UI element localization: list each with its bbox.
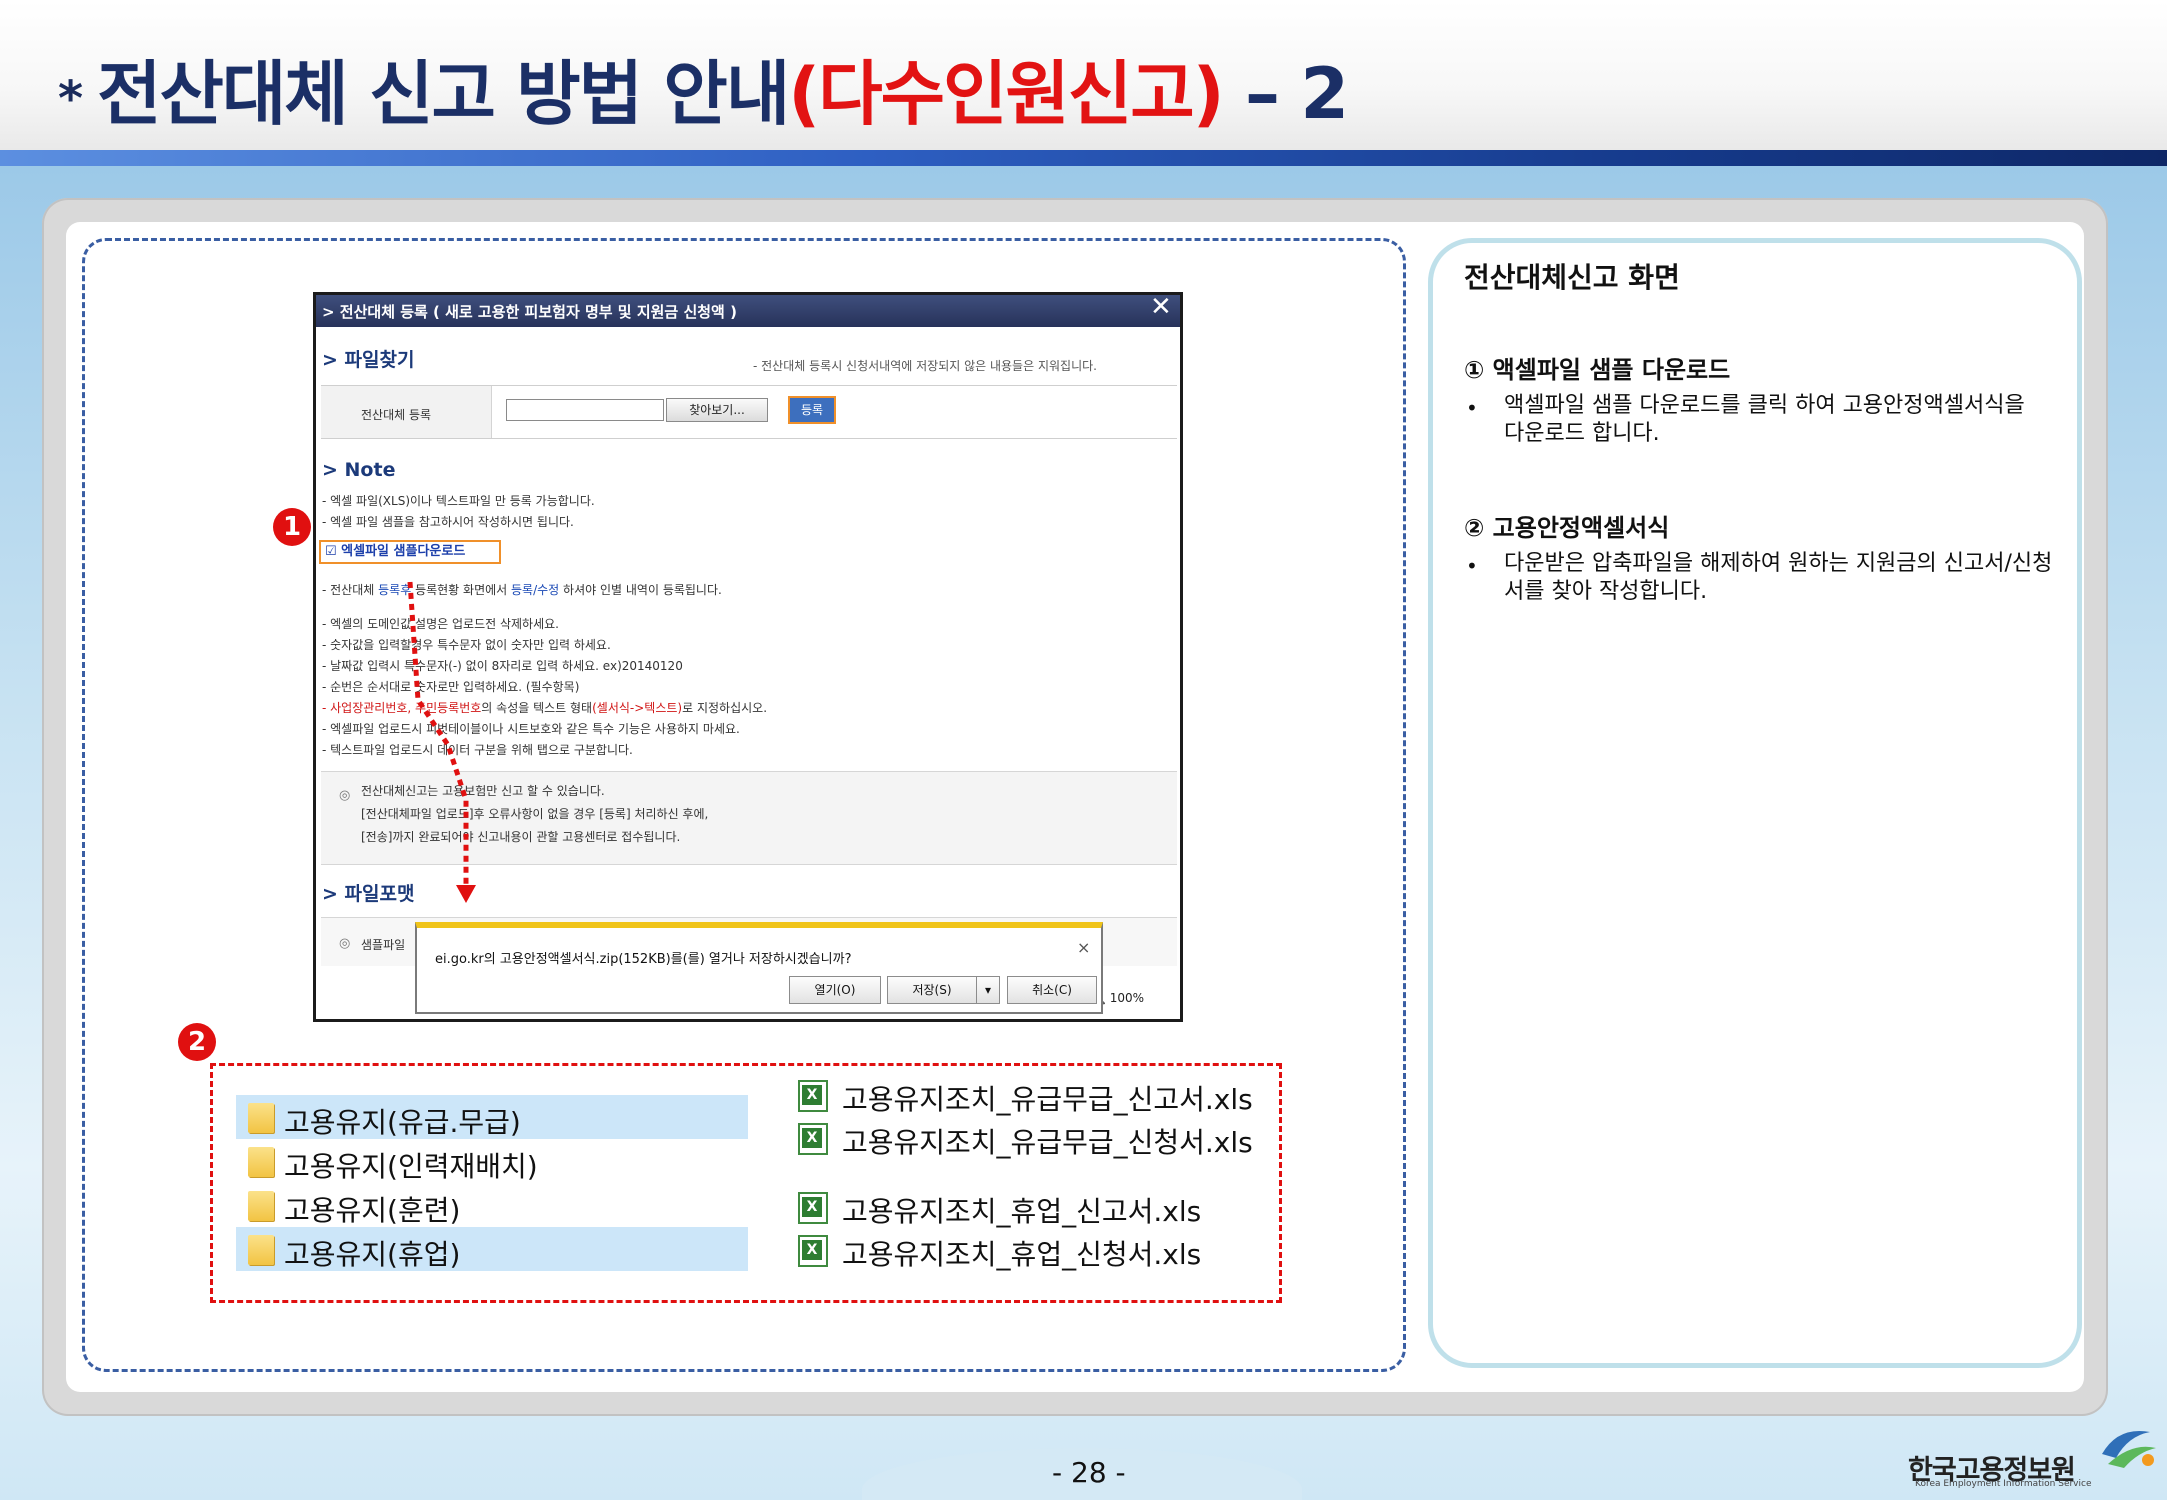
save-button[interactable]: 저장(S) (887, 976, 977, 1004)
folder-item[interactable]: 고용유지(훈련) (236, 1183, 748, 1227)
info-icon: ◎ (339, 788, 351, 803)
bullet: • (1466, 554, 1478, 578)
note-text: 하셔야 인별 내역이 등록됩니다. (559, 583, 722, 597)
folder-name: 고용유지(휴업) (284, 1238, 461, 1271)
folder-item[interactable]: 고용유지(유급.무급) (236, 1095, 748, 1139)
find-file-heading: > 파일찾기 (322, 349, 415, 371)
note-text: (셀서식->텍스트) (592, 701, 683, 715)
e-filing-dialog: > 전산대체 등록 ( 새로 고용한 피보험자 명부 및 지원금 신청액 ) ✕… (313, 292, 1183, 1022)
note-line-register: - 전산대체 등록후 등록현황 화면에서 등록/수정 하셔야 인별 내역이 등록… (322, 581, 722, 598)
excel-file-icon: X (798, 1192, 828, 1224)
upload-row-label: 전산대체 등록 (361, 408, 432, 422)
note-line: - 텍스트파일 업로드시 데이터 구분을 위해 탭으로 구분합니다. (322, 743, 633, 757)
note-line: - 순번은 순서대로 숫자로만 입력하세요. (필수항목) (322, 680, 580, 694)
info-icon: ◎ (339, 936, 351, 951)
info-box: ◎ 전산대체신고는 고용보험만 신고 할 수 있습니다. [전산대체파일 업로드… (321, 771, 1177, 865)
folder-item[interactable]: 고용유지(휴업) (236, 1227, 748, 1271)
folder-icon (248, 1191, 274, 1221)
xls-file-name: 고용유지조치_유급무급_신청서.xls (842, 1126, 1253, 1159)
cancel-button[interactable]: 취소(C) (1007, 976, 1097, 1004)
register-button[interactable]: 등록 (788, 396, 836, 424)
header-underline (0, 150, 2167, 166)
title-bullet: * (58, 70, 83, 127)
info-line: 전산대체신고는 고용보험만 신고 할 수 있습니다. (361, 784, 605, 798)
folder-name: 고용유지(훈련) (284, 1194, 461, 1227)
step2-heading: ② 고용안정액셀서식 (1464, 514, 1670, 542)
folder-icon (248, 1103, 274, 1133)
step-badge-2: 2 (178, 1023, 216, 1061)
chevron-down-icon[interactable]: ▾ (976, 976, 1000, 1004)
step-badge-1: 1 (273, 508, 311, 546)
title-highlight: (다수인원신고) (788, 53, 1224, 135)
download-message: ei.go.kr의 고용안정액셀서식.zip(152KB)를(를) 열거나 저장… (435, 952, 852, 967)
note-heading: > Note (322, 459, 396, 481)
title-suffix: – 2 (1222, 53, 1349, 135)
find-file-note: - 전산대체 등록시 신청서내역에 저장되지 않은 내용들은 지워집니다. (753, 359, 1097, 373)
sample-download-link[interactable]: ☑ 엑셀파일 샘플다운로드 (319, 540, 501, 564)
note-line: - 엑셀의 도메인값 설명은 업로드전 삭제하세요. (322, 617, 559, 631)
note-line: - 엑셀 파일(XLS)이나 텍스트파일 만 등록 가능합니다. (322, 494, 595, 508)
note-text: - 전산대체 (322, 583, 379, 597)
note-line: - 엑셀 파일 샘플을 참고하시어 작성하시면 됩니다. (322, 515, 574, 529)
note-text: 등록/수정 (511, 583, 560, 597)
note-line: - 엑셀파일 업로드시 피벗테이블이나 시트보호와 같은 특수 기능은 사용하지… (322, 722, 740, 736)
step1-text: 액셀파일 샘플 다운로드를 클릭 하여 고용안정액셀서식을 다운로드 합니다. (1504, 393, 2025, 446)
folder-name: 고용유지(인력재배치) (284, 1150, 538, 1183)
note-line: - 숫자값을 입력할경우 특수문자 없이 숫자만 입력 하세요. (322, 638, 611, 652)
close-icon[interactable]: × (1077, 938, 1090, 957)
note-text: - 사업장관리번호, 주민등록번호 (322, 701, 482, 715)
folder-item[interactable]: 고용유지(인력재배치) (236, 1139, 748, 1183)
note-text: 의 속성을 텍스트 형태 (481, 701, 593, 715)
folder-icon (248, 1147, 274, 1177)
excel-icon-letter: X (802, 1240, 822, 1260)
title-main: 전산대체 신고 방법 안내 (97, 53, 790, 135)
close-icon[interactable]: ✕ (1150, 295, 1172, 322)
note-line: - 날짜값 입력시 특수문자(-) 없이 8자리로 입력 하세요. ex)201… (322, 659, 683, 673)
folder-icon (248, 1235, 274, 1265)
file-path-input[interactable] (506, 399, 664, 421)
page-title: * 전산대체 신고 방법 안내(다수인원신고) – 2 (58, 38, 1349, 138)
excel-file-icon: X (798, 1123, 828, 1155)
dialog-titlebar: > 전산대체 등록 ( 새로 고용한 피보험자 명부 및 지원금 신청액 ) ✕ (316, 295, 1180, 327)
logo-subtitle: Korea Employment Information Service (1915, 1479, 2092, 1489)
download-notification-bar: ei.go.kr의 고용안정액셀서식.zip(152KB)를(를) 열거나 저장… (415, 922, 1103, 1014)
sample-file-label: 샘플파일 (361, 938, 406, 952)
logo-dot-orange (2142, 1454, 2154, 1466)
excel-file-icon: X (798, 1080, 828, 1112)
file-format-heading: > 파일포맷 (322, 883, 415, 905)
open-button[interactable]: 열기(O) (789, 976, 881, 1004)
logo-mark-icon (2102, 1430, 2156, 1468)
folder-name: 고용유지(유급.무급) (284, 1106, 521, 1139)
upload-row: 전산대체 등록 찾아보기... 등록 (321, 385, 1177, 439)
step1-heading: ① 액셀파일 샘플 다운로드 (1464, 356, 1731, 384)
note-text: 로 지정하십시오. (682, 701, 768, 715)
bullet: • (1466, 396, 1478, 420)
xls-file-name: 고용유지조치_휴업_신고서.xls (842, 1195, 1202, 1228)
info-line: [전송]까지 완료되어야 신고내용이 관할 고용센터로 접수됩니다. (361, 830, 681, 844)
browse-button[interactable]: 찾아보기... (666, 398, 768, 422)
excel-icon-letter: X (802, 1128, 822, 1148)
page-number: - 28 - (1052, 1456, 1126, 1489)
info-line: [전산대체파일 업로드]후 오류사항이 없을 경우 [등록] 처리하신 후에, (361, 807, 709, 821)
xls-file-name: 고용유지조치_유급무급_신고서.xls (842, 1083, 1253, 1116)
note-text: 등록현황 화면에서 (411, 583, 512, 597)
note-text: 등록후 (378, 583, 412, 597)
excel-file-icon: X (798, 1235, 828, 1267)
step2-text: 다운받은 압축파일을 해제하여 원하는 지원금의 신고서/신청서를 찾아 작성합… (1504, 551, 2053, 604)
note-line-format: - 사업장관리번호, 주민등록번호의 속성을 텍스트 형태(셀서식->텍스트)로… (322, 699, 767, 716)
dialog-title: > 전산대체 등록 ( 새로 고용한 피보험자 명부 및 지원금 신청액 ) (322, 303, 737, 321)
description-title: 전산대체신고 화면 (1464, 261, 1680, 294)
xls-file-name: 고용유지조치_휴업_신청서.xls (842, 1238, 1202, 1271)
excel-icon-letter: X (802, 1085, 822, 1105)
excel-icon-letter: X (802, 1197, 822, 1217)
